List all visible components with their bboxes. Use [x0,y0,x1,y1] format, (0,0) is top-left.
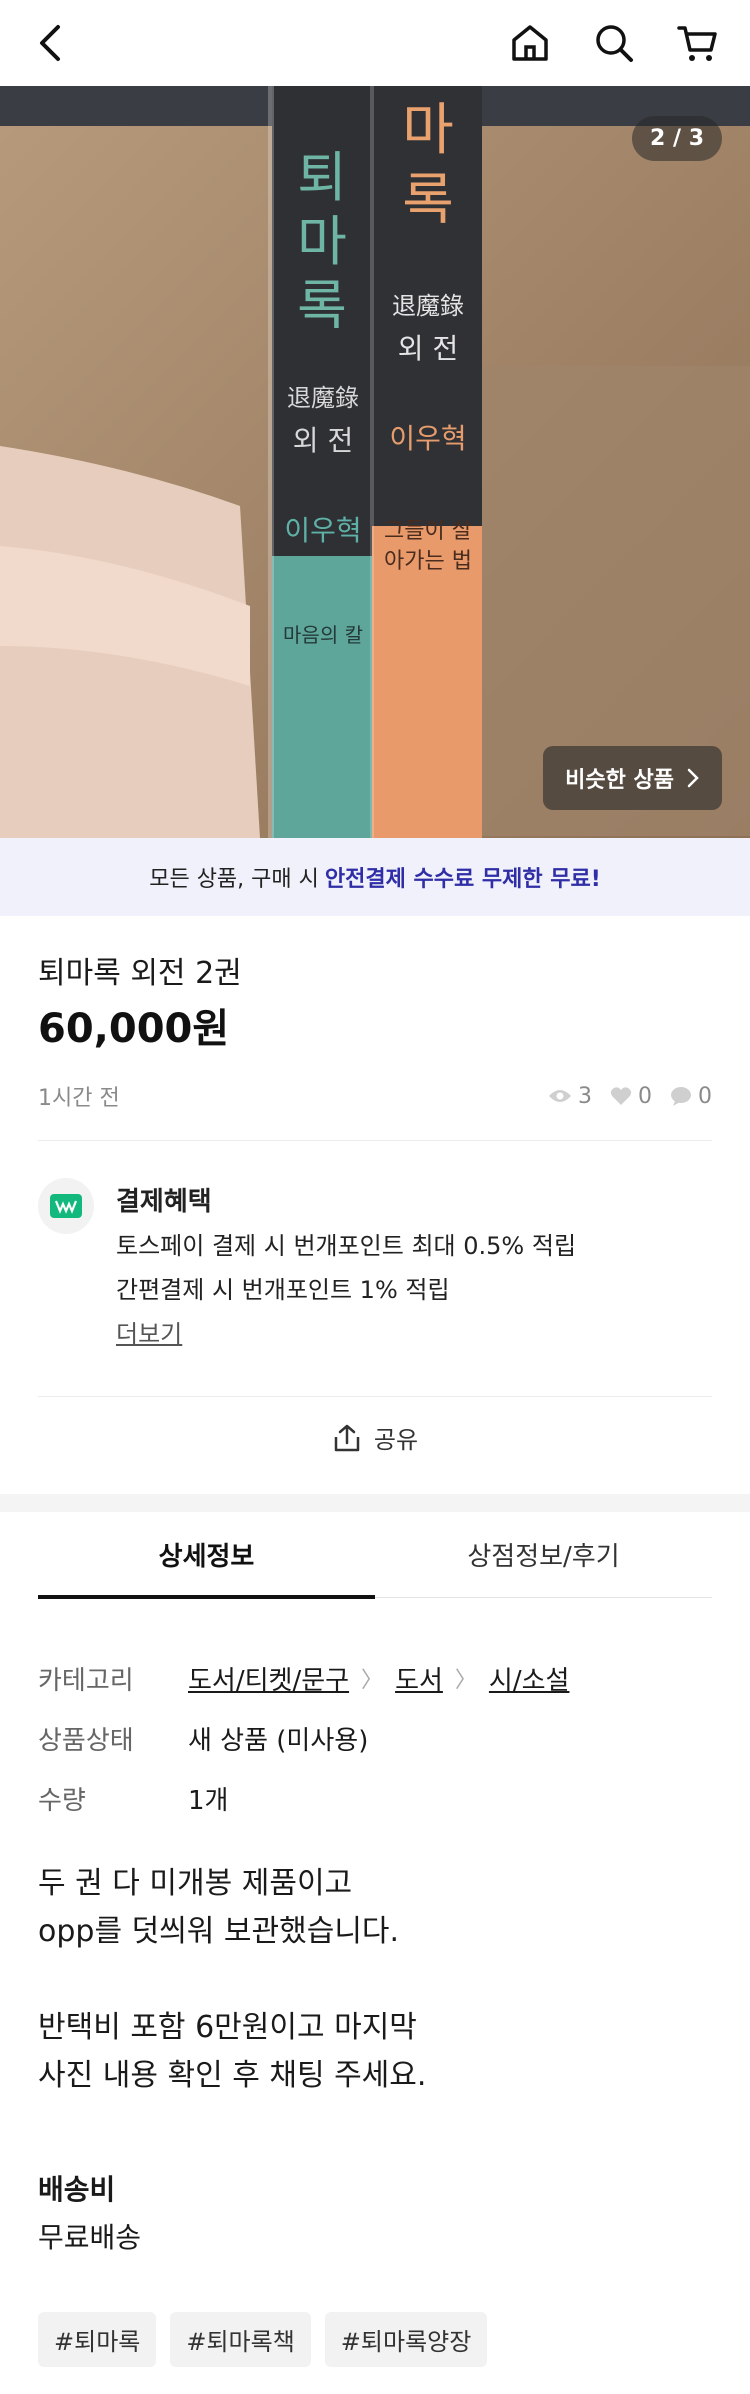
condition-label: 상품상태 [38,1725,134,1756]
spine-left-subtitle: 마음의 칼 [283,623,363,647]
back-button[interactable] [30,21,74,65]
category-link-2[interactable]: 도서 [395,1660,443,1697]
shipping-heading: 배송비 [38,2173,116,2206]
likes-stat: 0 [610,1084,652,1109]
image-page-indicator: 2 / 3 [632,116,722,161]
benefit-icon [38,1178,94,1234]
search-icon [596,25,633,62]
tab-store-info-reviews[interactable]: 상점정보/후기 [375,1512,712,1597]
share-label: 공유 [373,1426,419,1454]
tab-details[interactable]: 상세정보 [38,1512,375,1599]
condition-row: 상품상태 새 상품 (미사용) [38,1708,569,1768]
similar-products-button[interactable]: 비슷한 상품 [543,746,722,810]
category-path: 도서/티켓/문구 〉 도서 〉 시/소설 [188,1660,569,1697]
bunjang-pay-icon [50,1194,82,1218]
chevron-right-icon [687,768,699,788]
description-paragraph: 반택비 포함 6만원이고 마지막 사진 내용 확인 후 채팅 주세요. [38,2004,426,2100]
description-line: 반택비 포함 6만원이고 마지막 [38,2010,417,2045]
chevron-right-icon: 〉 [454,1668,477,1693]
similar-products-label: 비슷한 상품 [565,768,674,793]
spine-right: 마록 退魔錄 외 전 이우혁 그들이 살아가는 법 [378,96,478,577]
spine-left-sub: 외 전 [292,424,354,457]
spine-left-author: 이우혁 [284,514,362,547]
category-link-3[interactable]: 시/소설 [489,1660,570,1697]
chats-stat: 0 [670,1084,712,1109]
description-line: 두 권 다 미개봉 제품이고 [38,1866,353,1901]
quantity-label: 수량 [38,1785,86,1816]
share-button[interactable]: 공유 [0,1420,750,1455]
product-description: 두 권 다 미개봉 제품이고 opp를 덧씌워 보관했습니다. 반택비 포함 6… [38,1860,426,2148]
category-link-1[interactable]: 도서/티켓/문구 [188,1660,349,1697]
benefit-line-1: 토스페이 결제 시 번개포인트 최대 0.5% 적립 [116,1232,577,1260]
safe-payment-banner[interactable]: 모든 상품, 구매 시 안전결제 수수료 무제한 무료! [0,838,750,916]
shipping-value: 무료배송 [38,2221,142,2254]
home-button[interactable] [508,21,552,65]
product-title: 퇴마록 외전 2권 [38,956,242,991]
spine-left-title: 퇴마록 [297,146,349,337]
product-stats: 3 0 0 [548,1080,712,1112]
divider [38,1396,712,1397]
posted-time: 1시간 전 [38,1086,120,1111]
views-count: 3 [578,1083,592,1109]
cart-button[interactable] [676,21,720,65]
search-button[interactable] [592,21,636,65]
cart-icon [677,26,717,61]
spine-left: 퇴마록 退魔錄 외 전 이우혁 마음의 칼 [278,146,368,648]
spine-right-subtitle: 그들이 살아가는 법 [384,519,472,574]
spine-left-hanja: 退魔錄 [287,384,359,412]
home-icon [512,25,548,61]
quantity-value: 1개 [188,1785,229,1816]
detail-tabs: 상세정보 상점정보/후기 [38,1512,712,1599]
quantity-row: 수량 1개 [38,1768,569,1828]
tag-chip[interactable]: #퇴마록 [38,2312,157,2367]
category-label: 카테고리 [38,1665,134,1696]
product-photo [0,86,750,838]
benefit-line-2: 간편결제 시 번개포인트 1% 적립 [116,1276,450,1304]
section-gap [0,1494,750,1512]
benefit-more-link[interactable]: 더보기 [116,1312,576,1356]
spine-right-title: 마록 [402,98,454,233]
description-line: opp를 덧씌워 보관했습니다. [38,1914,400,1949]
product-meta: 1시간 전 3 0 0 [38,1080,712,1112]
spine-right-sub: 외 전 [397,332,459,365]
condition-value: 새 상품 (미사용) [188,1725,369,1756]
share-icon [334,1424,360,1451]
shipping-info: 배송비 무료배송 [38,2166,141,2262]
tag-chip[interactable]: #퇴마록책 [170,2312,311,2367]
chevron-right-icon: 〉 [361,1668,384,1693]
eye-icon [549,1090,571,1102]
banner-highlight: 안전결제 수수료 무제한 무료! [324,867,601,892]
views-stat: 3 [548,1084,592,1109]
description-paragraph: 두 권 다 미개봉 제품이고 opp를 덧씌워 보관했습니다. [38,1860,426,1956]
spine-right-hanja: 退魔錄 [392,292,464,320]
chat-bubble-icon [671,1087,691,1106]
tag-chip[interactable]: #퇴마록양장 [324,2312,488,2367]
product-price: 60,000원 [38,1006,230,1052]
chevron-left-icon [40,25,60,61]
category-row: 카테고리 도서/티켓/문구 〉 도서 〉 시/소설 [38,1648,569,1708]
payment-benefits: 결제혜택 토스페이 결제 시 번개포인트 최대 0.5% 적립 간편결제 시 번… [116,1180,576,1356]
top-bar [0,0,750,86]
likes-count: 0 [638,1083,652,1109]
banner-text: 모든 상품, 구매 시 [149,867,319,892]
description-line: 사진 내용 확인 후 채팅 주세요. [38,2058,427,2093]
spine-right-author: 이우혁 [389,422,467,455]
heart-icon [610,1087,632,1105]
product-image[interactable]: 퇴마록 退魔錄 외 전 이우혁 마음의 칼 마록 退魔錄 외 전 이우혁 그들이… [0,86,750,838]
product-details: 카테고리 도서/티켓/문구 〉 도서 〉 시/소설 상품상태 새 상품 (미사용… [38,1648,569,1828]
benefit-heading: 결제혜택 [116,1187,212,1217]
chats-count: 0 [698,1083,712,1109]
tag-list: #퇴마록 #퇴마록책 #퇴마록양장 [38,2312,488,2367]
divider [38,1140,712,1141]
